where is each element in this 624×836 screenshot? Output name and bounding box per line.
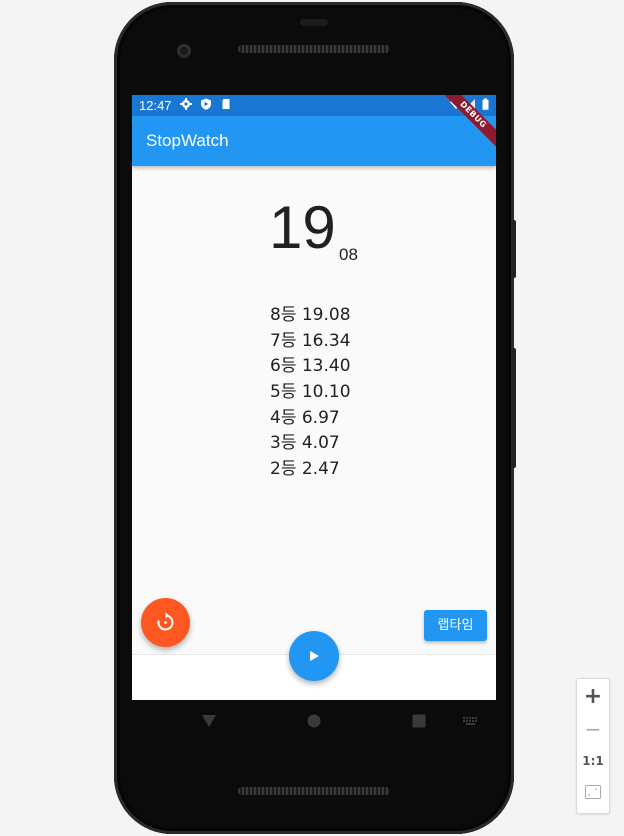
battery-icon xyxy=(482,98,489,110)
fit-screen-icon[interactable] xyxy=(585,785,601,799)
play-protect-icon xyxy=(201,98,211,110)
settings-icon xyxy=(180,98,192,110)
reset-button[interactable] xyxy=(141,598,190,647)
lap-item: 5등 10.10 xyxy=(270,382,351,403)
top-speaker xyxy=(238,45,390,53)
timer-hundredths: 08 xyxy=(339,245,358,264)
zoom-in-button[interactable]: + xyxy=(577,683,609,711)
play-button[interactable] xyxy=(289,631,339,681)
back-icon[interactable] xyxy=(201,714,217,728)
keyboard-icon[interactable] xyxy=(463,717,479,726)
volume-button xyxy=(512,348,516,468)
app-screen: 12:47 StopWatch DEBUG 19 08 8등 19.08 7등 … xyxy=(132,95,496,700)
earpiece xyxy=(300,19,328,26)
sd-card-icon xyxy=(222,99,230,109)
timer-seconds: 19 xyxy=(269,194,336,261)
front-camera xyxy=(177,44,191,58)
lap-item: 7등 16.34 xyxy=(270,330,351,351)
zoom-out-button[interactable]: − xyxy=(577,715,609,743)
lap-time-button[interactable]: 랩타임 xyxy=(424,610,487,641)
reset-icon xyxy=(157,612,174,631)
zoom-controls: + − 1:1 xyxy=(576,678,610,814)
power-button xyxy=(512,220,516,278)
lap-item: 8등 19.08 xyxy=(270,305,351,325)
status-time: 12:47 xyxy=(139,98,172,113)
play-icon xyxy=(310,651,319,661)
lap-item: 6등 13.40 xyxy=(270,356,351,377)
lap-item: 3등 4.07 xyxy=(270,433,340,454)
status-bar: 12:47 xyxy=(132,95,496,116)
actual-size-button[interactable]: 1:1 xyxy=(577,751,609,771)
app-bar: StopWatch xyxy=(132,116,496,166)
bottom-speaker xyxy=(238,787,390,795)
lap-item: 4등 6.97 xyxy=(270,407,340,428)
home-icon[interactable] xyxy=(307,714,321,728)
lap-item: 2등 2.47 xyxy=(270,459,340,480)
lap-list: 8등 19.08 7등 16.34 6등 13.40 5등 10.10 4등 6… xyxy=(270,303,351,483)
recents-icon[interactable] xyxy=(412,714,426,728)
app-title: StopWatch xyxy=(146,131,229,150)
